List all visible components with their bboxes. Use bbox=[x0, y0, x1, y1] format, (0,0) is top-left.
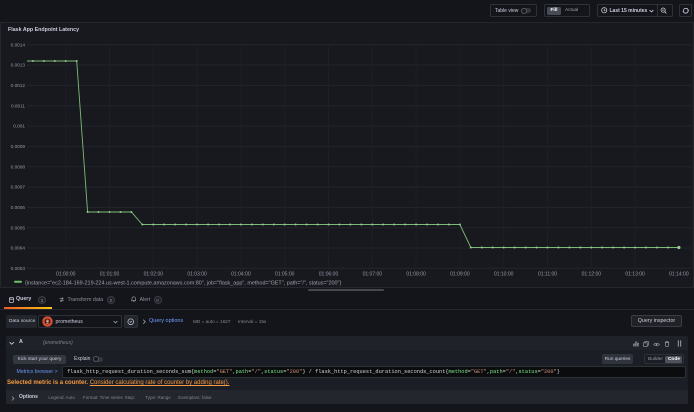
svg-text:01:13:00: 01:13:00 bbox=[625, 272, 645, 278]
svg-text:0.0012: 0.0012 bbox=[11, 83, 26, 88]
svg-text:0.0009: 0.0009 bbox=[11, 144, 26, 149]
svg-text:0.0007: 0.0007 bbox=[11, 185, 26, 190]
svg-text:0.0008: 0.0008 bbox=[11, 164, 26, 169]
svg-text:01:04:00: 01:04:00 bbox=[231, 272, 251, 278]
svg-text:0.0003: 0.0003 bbox=[11, 266, 26, 271]
svg-text:0.001: 0.001 bbox=[13, 124, 25, 129]
svg-text:{instance="ec2-184-169-219-224: {instance="ec2-184-169-219-224.us-west-1… bbox=[25, 280, 341, 286]
svg-text:01:01:00: 01:01:00 bbox=[100, 272, 120, 278]
svg-text:01:12:00: 01:12:00 bbox=[582, 272, 602, 278]
svg-text:0.0004: 0.0004 bbox=[11, 246, 26, 251]
svg-text:01:08:00: 01:08:00 bbox=[406, 272, 426, 278]
svg-text:0.0014: 0.0014 bbox=[11, 42, 26, 47]
svg-text:0.0011: 0.0011 bbox=[11, 103, 25, 108]
svg-text:01:07:00: 01:07:00 bbox=[363, 272, 383, 278]
svg-text:0.0013: 0.0013 bbox=[11, 63, 26, 68]
svg-text:01:05:00: 01:05:00 bbox=[275, 272, 295, 278]
svg-text:01:00:00: 01:00:00 bbox=[56, 272, 76, 278]
svg-text:0.0006: 0.0006 bbox=[11, 205, 26, 210]
svg-text:01:02:00: 01:02:00 bbox=[144, 272, 164, 278]
svg-text:01:14:00: 01:14:00 bbox=[669, 272, 689, 278]
svg-text:01:10:00: 01:10:00 bbox=[494, 272, 514, 278]
svg-text:01:11:00: 01:11:00 bbox=[538, 272, 557, 278]
svg-text:01:09:00: 01:09:00 bbox=[450, 272, 470, 278]
svg-text:01:06:00: 01:06:00 bbox=[319, 272, 339, 278]
svg-text:01:03:00: 01:03:00 bbox=[187, 272, 207, 278]
svg-text:0.0005: 0.0005 bbox=[11, 225, 26, 230]
